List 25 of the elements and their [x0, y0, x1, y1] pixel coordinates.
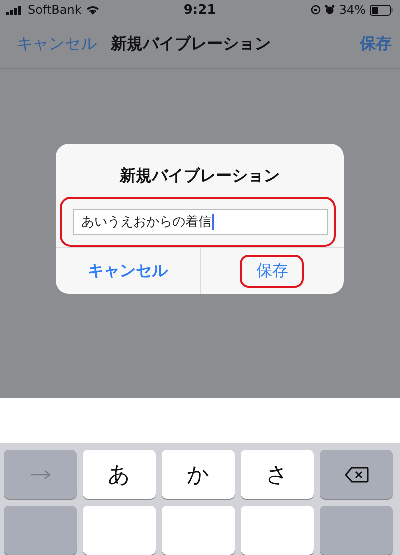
battery-icon — [370, 4, 394, 16]
right-arrow-icon — [30, 470, 52, 480]
arrow-key[interactable] — [4, 450, 77, 499]
keyboard-key[interactable] — [320, 506, 393, 555]
dialog-title: 新規バイブレーション — [118, 165, 281, 187]
backspace-icon — [344, 466, 368, 482]
carrier-name: SoftBank — [28, 3, 82, 17]
screen-title: 新規バイブレーション — [111, 34, 271, 54]
alarm-icon — [325, 5, 336, 15]
keyboard-key[interactable]: さ — [241, 450, 314, 499]
rotation-lock-icon — [311, 5, 322, 15]
keyboard-key[interactable] — [241, 506, 314, 555]
keyboard-key[interactable] — [83, 506, 156, 555]
text-field[interactable]: あいうえおからの着信 — [72, 209, 328, 235]
keyboard-key[interactable]: あ — [83, 450, 156, 499]
cancel-button[interactable]: キャンセル — [72, 254, 184, 288]
battery-percentage: 34% — [339, 3, 366, 17]
delete-key[interactable] — [320, 450, 393, 499]
keyboard-key[interactable] — [4, 506, 77, 555]
wifi-icon — [86, 5, 100, 15]
keyboard-key[interactable]: か — [162, 450, 235, 499]
keyboard-key[interactable] — [162, 506, 235, 555]
save-button[interactable]: 保存 — [240, 254, 304, 288]
clock-time: 9:21 — [184, 2, 216, 18]
signal-icon — [6, 6, 24, 14]
